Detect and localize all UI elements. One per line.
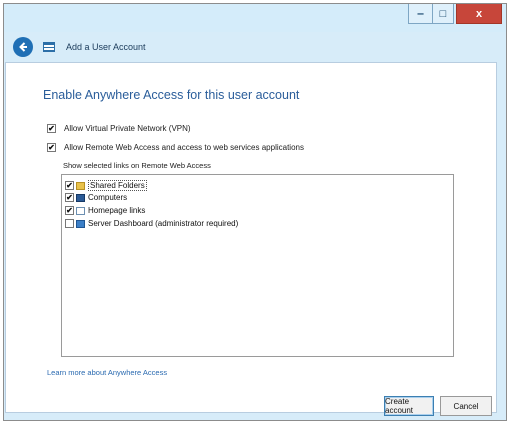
dashboard-icon — [76, 219, 85, 228]
vpn-label: Allow Virtual Private Network (VPN) — [64, 124, 191, 133]
back-arrow-icon — [19, 42, 27, 52]
maximize-button[interactable]: □ — [432, 4, 454, 24]
list-item-label: Server Dashboard (administrator required… — [88, 219, 239, 228]
links-listbox[interactable]: ✔ Shared Folders ✔ Computers ✔ Homepage … — [61, 174, 454, 357]
homepage-icon — [76, 206, 85, 215]
rwa-label: Allow Remote Web Access and access to we… — [64, 143, 304, 152]
window-title: Add a User Account — [66, 42, 146, 52]
list-item-label: Shared Folders — [88, 180, 147, 191]
cancel-button[interactable]: Cancel — [440, 396, 492, 416]
vpn-option[interactable]: ✔ Allow Virtual Private Network (VPN) — [47, 124, 191, 133]
list-item-label: Computers — [88, 193, 128, 202]
list-item-computers[interactable]: ✔ Computers — [65, 193, 127, 202]
list-item-homepage-links[interactable]: ✔ Homepage links — [65, 206, 145, 215]
homepage-links-checkbox[interactable]: ✔ — [65, 206, 74, 215]
close-button[interactable]: x — [456, 4, 502, 24]
window-controls: ‒ □ x — [408, 4, 502, 24]
folder-icon — [76, 181, 85, 190]
minimize-button[interactable]: ‒ — [408, 4, 432, 24]
computers-checkbox[interactable]: ✔ — [65, 193, 74, 202]
create-account-button[interactable]: Create account — [384, 396, 434, 416]
back-button[interactable] — [13, 37, 33, 57]
rwa-checkbox[interactable]: ✔ — [47, 143, 56, 152]
links-label: Show selected links on Remote Web Access — [63, 161, 211, 170]
navigation-bar: Add a User Account — [4, 32, 506, 62]
list-item-shared-folders[interactable]: ✔ Shared Folders — [65, 180, 147, 191]
list-item-server-dashboard[interactable]: Server Dashboard (administrator required… — [65, 219, 238, 228]
learn-more-link[interactable]: Learn more about Anywhere Access — [47, 368, 167, 377]
computer-icon — [76, 193, 85, 202]
server-dashboard-checkbox[interactable] — [65, 219, 74, 228]
wizard-icon — [43, 42, 55, 52]
shared-folders-checkbox[interactable]: ✔ — [65, 181, 74, 190]
list-item-label: Homepage links — [88, 206, 146, 215]
title-bar: ‒ □ x — [4, 4, 506, 32]
page-title: Enable Anywhere Access for this user acc… — [43, 88, 300, 102]
vpn-checkbox[interactable]: ✔ — [47, 124, 56, 133]
rwa-option[interactable]: ✔ Allow Remote Web Access and access to … — [47, 143, 304, 152]
